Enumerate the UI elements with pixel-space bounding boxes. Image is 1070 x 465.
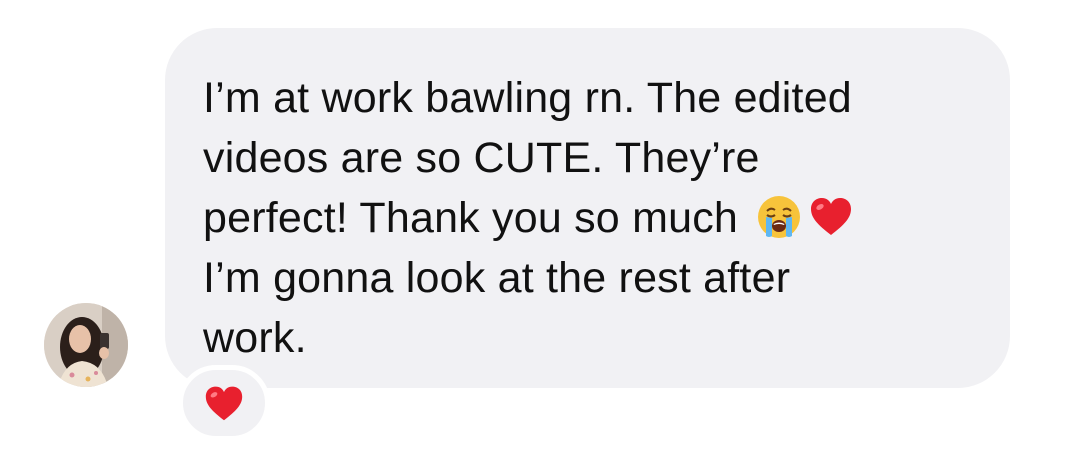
message-line: perfect! Thank you so much — [203, 188, 974, 248]
sender-avatar[interactable] — [44, 303, 128, 387]
message-line: videos are so CUTE. They’re — [203, 134, 760, 182]
message-line: I’m gonna look at the rest after — [203, 254, 791, 302]
red-heart-icon — [808, 194, 854, 240]
message-line-text: perfect! Thank you so much — [203, 194, 739, 242]
message-line: I’m at work bawling rn. The edited — [203, 74, 852, 122]
message-bubble[interactable]: I’m at work bawling rn. The edited video… — [165, 28, 1010, 388]
avatar-photo — [44, 303, 128, 387]
loudly-crying-face-icon — [756, 194, 802, 240]
message-text: I’m at work bawling rn. The edited video… — [203, 68, 974, 368]
heart-reaction-badge[interactable] — [178, 365, 270, 441]
message-line: work. — [203, 314, 307, 362]
red-heart-icon — [205, 386, 243, 421]
